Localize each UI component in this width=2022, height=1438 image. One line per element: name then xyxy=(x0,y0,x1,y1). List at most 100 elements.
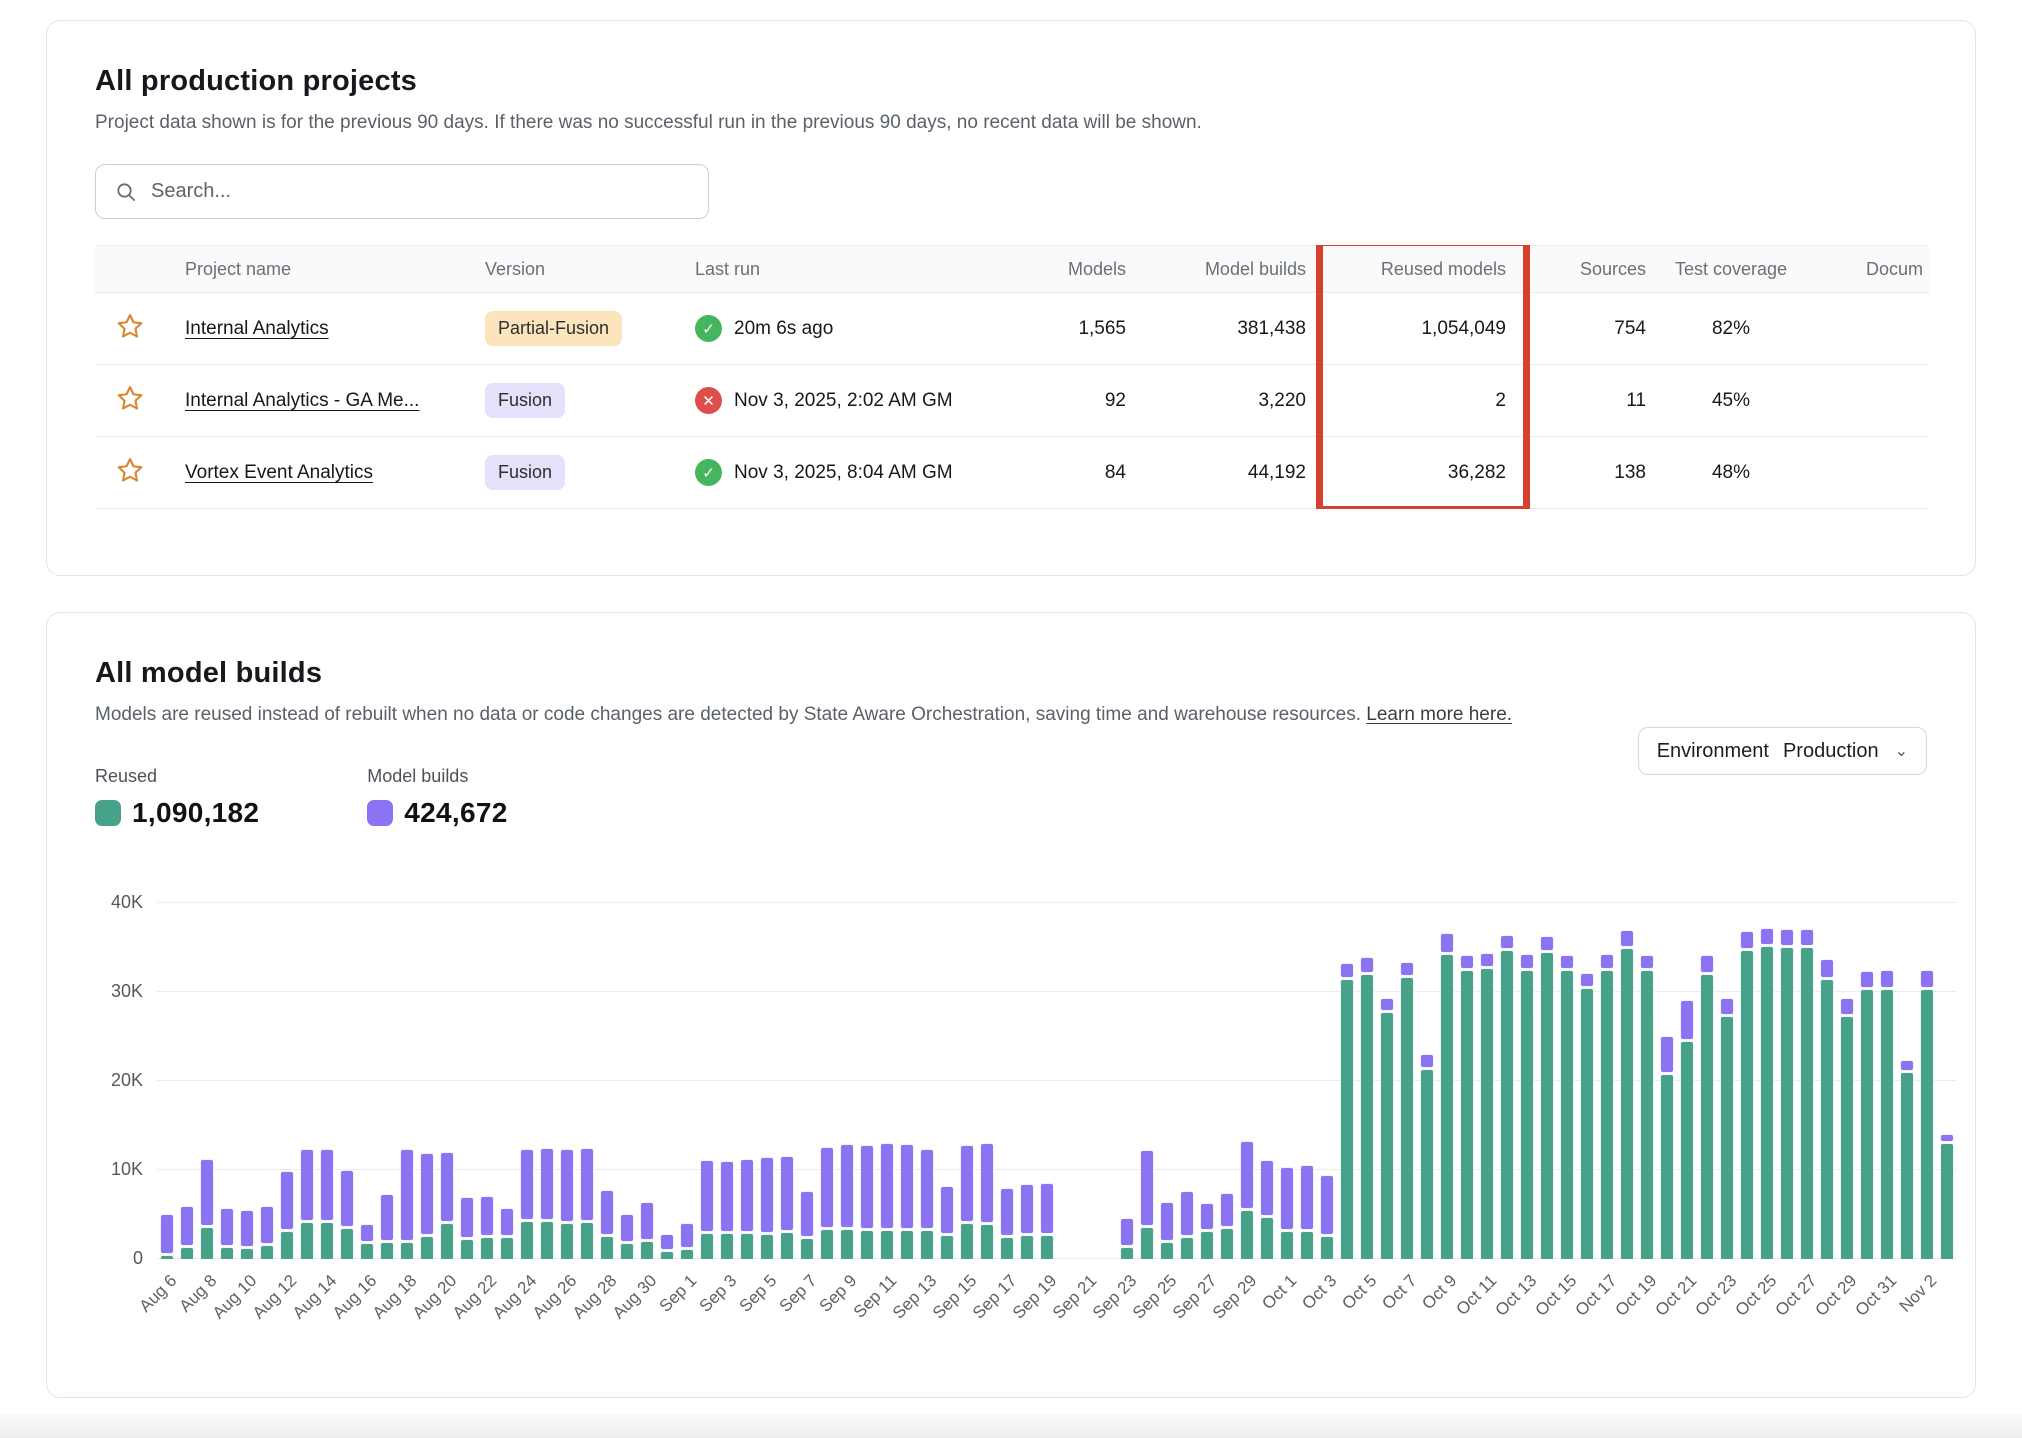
bar-sep-28[interactable] xyxy=(1220,1193,1234,1259)
bar-oct-26[interactable] xyxy=(1780,929,1794,1259)
bar-aug-29[interactable] xyxy=(620,1214,634,1259)
project-name-link[interactable]: Internal Analytics - GA Me... xyxy=(185,390,419,411)
documentation-cell xyxy=(1816,365,1929,437)
project-name-link[interactable]: Vortex Event Analytics xyxy=(185,462,373,483)
bar-oct-8[interactable] xyxy=(1420,1054,1434,1259)
bar-sep-15[interactable] xyxy=(960,1145,974,1259)
bar-oct-4[interactable] xyxy=(1340,963,1354,1259)
bar-sep-1[interactable] xyxy=(680,1223,694,1259)
bar-aug-10[interactable] xyxy=(240,1210,254,1259)
bar-oct-28[interactable] xyxy=(1820,959,1834,1259)
bar-sep-16[interactable] xyxy=(980,1143,994,1259)
bar-sep-27[interactable] xyxy=(1200,1203,1214,1259)
bar-sep-2[interactable] xyxy=(700,1160,714,1259)
bar-sep-3[interactable] xyxy=(720,1161,734,1259)
bar-oct-18[interactable] xyxy=(1620,930,1634,1259)
bar-aug-24[interactable] xyxy=(520,1149,534,1259)
bar-oct-14[interactable] xyxy=(1540,936,1554,1259)
environment-select[interactable]: Environment Production ⌄ xyxy=(1638,727,1927,775)
bar-sep-24[interactable] xyxy=(1140,1150,1154,1259)
bar-oct-29[interactable] xyxy=(1840,998,1854,1259)
bar-sep-14[interactable] xyxy=(940,1186,954,1259)
bar-oct-10[interactable] xyxy=(1460,955,1474,1259)
bar-aug-28[interactable] xyxy=(600,1190,614,1259)
bar-aug-14[interactable] xyxy=(320,1149,334,1259)
bar-oct-25[interactable] xyxy=(1760,928,1774,1259)
bar-aug-11[interactable] xyxy=(260,1206,274,1259)
bar-aug-15[interactable] xyxy=(340,1170,354,1259)
bar-oct-21[interactable] xyxy=(1680,1000,1694,1259)
project-name-link[interactable]: Internal Analytics xyxy=(185,318,329,339)
bar-sep-29[interactable] xyxy=(1240,1141,1254,1259)
bar-oct-17[interactable] xyxy=(1600,954,1614,1259)
table-row: Internal Analytics - GA Me...Fusion✕Nov … xyxy=(95,365,1929,437)
bar-oct-16[interactable] xyxy=(1580,973,1594,1259)
bar-sep-17[interactable] xyxy=(1000,1188,1014,1259)
bar-oct-20[interactable] xyxy=(1660,1036,1674,1259)
bar-aug-12[interactable] xyxy=(280,1171,294,1259)
bar-oct-27[interactable] xyxy=(1800,929,1814,1259)
bar-oct-24[interactable] xyxy=(1740,931,1754,1259)
bar-sep-19[interactable] xyxy=(1040,1183,1054,1259)
bar-oct-22[interactable] xyxy=(1700,955,1714,1259)
favorite-star-button[interactable] xyxy=(115,311,145,341)
column-header-project-name: Project name xyxy=(165,246,465,293)
bar-nov-2[interactable] xyxy=(1920,970,1934,1259)
bar-aug-19[interactable] xyxy=(420,1153,434,1259)
bar-aug-9[interactable] xyxy=(220,1208,234,1259)
bar-sep-10[interactable] xyxy=(860,1145,874,1259)
learn-more-link[interactable]: Learn more here. xyxy=(1366,704,1512,725)
status-success-icon: ✓ xyxy=(695,315,722,342)
bar-oct-1[interactable] xyxy=(1280,1167,1294,1259)
bar-sep-8[interactable] xyxy=(820,1147,834,1259)
bar-aug-18[interactable] xyxy=(400,1149,414,1259)
bar-oct-15[interactable] xyxy=(1560,955,1574,1259)
bar-aug-22[interactable] xyxy=(480,1196,494,1259)
bar-aug-27[interactable] xyxy=(580,1148,594,1259)
favorite-star-button[interactable] xyxy=(115,455,145,485)
bar-aug-21[interactable] xyxy=(460,1197,474,1259)
bar-aug-31[interactable] xyxy=(660,1234,674,1259)
bar-oct-19[interactable] xyxy=(1640,955,1654,1259)
bar-sep-6[interactable] xyxy=(780,1156,794,1259)
bar-aug-26[interactable] xyxy=(560,1149,574,1259)
bar-sep-26[interactable] xyxy=(1180,1191,1194,1259)
bar-sep-12[interactable] xyxy=(900,1144,914,1259)
bar-aug-30[interactable] xyxy=(640,1202,654,1259)
bar-oct-2[interactable] xyxy=(1300,1165,1314,1259)
bar-aug-16[interactable] xyxy=(360,1224,374,1259)
bar-aug-25[interactable] xyxy=(540,1148,554,1259)
bar-sep-11[interactable] xyxy=(880,1143,894,1259)
bar-oct-31[interactable] xyxy=(1880,970,1894,1259)
bar-oct-7[interactable] xyxy=(1400,962,1414,1259)
bar-sep-13[interactable] xyxy=(920,1149,934,1259)
search-input[interactable] xyxy=(151,180,690,203)
bar-sep-9[interactable] xyxy=(840,1144,854,1259)
bar-aug-17[interactable] xyxy=(380,1194,394,1259)
bar-sep-23[interactable] xyxy=(1120,1218,1134,1259)
bar-aug-23[interactable] xyxy=(500,1208,514,1259)
bar-oct-9[interactable] xyxy=(1440,933,1454,1259)
bar-oct-5[interactable] xyxy=(1360,957,1374,1259)
bar-oct-13[interactable] xyxy=(1520,954,1534,1259)
bar-oct-11[interactable] xyxy=(1480,953,1494,1259)
bar-sep-18[interactable] xyxy=(1020,1184,1034,1259)
bar-oct-6[interactable] xyxy=(1380,998,1394,1259)
bar-oct-23[interactable] xyxy=(1720,998,1734,1259)
favorite-star-button[interactable] xyxy=(115,383,145,413)
bar-sep-30[interactable] xyxy=(1260,1160,1274,1259)
bar-sep-4[interactable] xyxy=(740,1159,754,1259)
bar-aug-13[interactable] xyxy=(300,1149,314,1259)
bar-oct-12[interactable] xyxy=(1500,935,1514,1259)
bar-nov-3[interactable] xyxy=(1940,1134,1954,1259)
bar-aug-7[interactable] xyxy=(180,1206,194,1259)
bar-aug-8[interactable] xyxy=(200,1159,214,1259)
bar-aug-6[interactable] xyxy=(160,1214,174,1259)
bar-oct-30[interactable] xyxy=(1860,971,1874,1259)
bar-sep-25[interactable] xyxy=(1160,1202,1174,1259)
bar-oct-3[interactable] xyxy=(1320,1175,1334,1259)
bar-sep-5[interactable] xyxy=(760,1157,774,1259)
bar-aug-20[interactable] xyxy=(440,1152,454,1259)
bar-nov-1[interactable] xyxy=(1900,1060,1914,1259)
bar-sep-7[interactable] xyxy=(800,1191,814,1259)
